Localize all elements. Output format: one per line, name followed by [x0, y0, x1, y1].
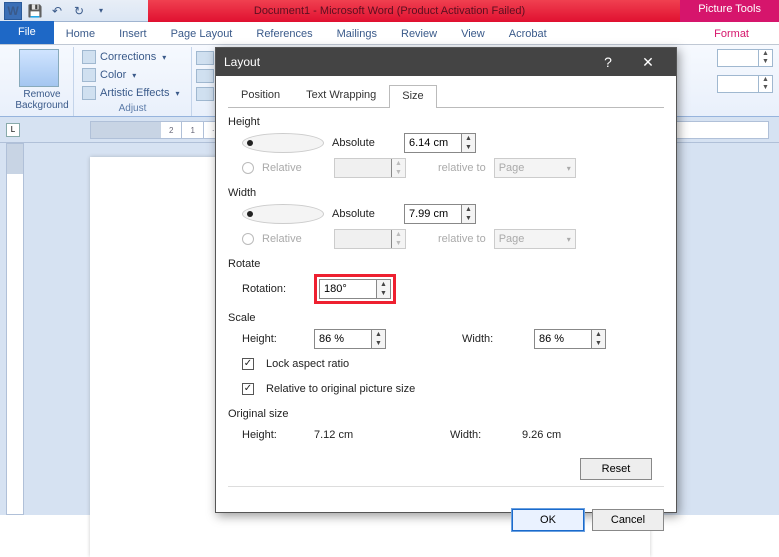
scale-section: Scale Height: ▲▼ Width: ▲▼ ✓ Lock aspect… — [228, 312, 664, 400]
height-relative-radio — [242, 162, 254, 174]
qat-dropdown-icon[interactable]: ▾ — [92, 2, 110, 20]
original-width-value: 9.26 cm — [522, 429, 561, 441]
width-relative-input: ▲▼ — [334, 229, 406, 249]
size-spinners: ▲▼ ▲▼ — [717, 49, 773, 93]
scale-height-input[interactable]: ▲▼ — [314, 329, 386, 349]
dialog-tabs: Position Text Wrapping Size — [228, 84, 664, 108]
word-icon: W — [4, 2, 22, 20]
dialog-buttons: OK Cancel — [216, 501, 676, 539]
quick-access-toolbar: W 💾 ↶ ↻ ▾ — [0, 2, 110, 20]
rotation-input[interactable]: ▲▼ — [319, 279, 391, 299]
width-spinner[interactable]: ▲▼ — [717, 75, 773, 93]
ribbon-tabs: File Home Insert Page Layout References … — [0, 22, 779, 45]
corrections-button[interactable]: Corrections▾ — [80, 49, 185, 65]
tab-position[interactable]: Position — [228, 84, 293, 107]
compress-icon[interactable] — [196, 51, 214, 65]
home-tab[interactable]: Home — [54, 24, 107, 44]
rotation-highlight: ▲▼ — [314, 274, 396, 304]
adjust-group-label: Adjust — [80, 103, 185, 116]
remove-background-button[interactable]: RemoveBackground — [4, 47, 74, 116]
dialog-body: Position Text Wrapping Size Height Absol… — [216, 76, 676, 501]
tab-text-wrapping[interactable]: Text Wrapping — [293, 84, 389, 107]
save-icon[interactable]: 💾 — [26, 2, 44, 20]
artistic-icon — [82, 86, 96, 100]
tab-size[interactable]: Size — [389, 85, 436, 108]
brightness-icon — [82, 50, 96, 64]
height-relative-to-select: Page▾ — [494, 158, 576, 178]
view-tab[interactable]: View — [449, 24, 497, 44]
color-button[interactable]: Color▾ — [80, 67, 185, 83]
dialog-title-bar[interactable]: Layout ? ✕ — [216, 48, 676, 76]
relative-original-checkbox[interactable]: ✓ — [242, 383, 254, 395]
tab-selector-button[interactable]: L — [6, 123, 20, 137]
original-size-section: Original size Height: 7.12 cm Width: 9.2… — [228, 408, 664, 446]
references-tab[interactable]: References — [244, 24, 324, 44]
reset-button[interactable]: Reset — [580, 458, 652, 480]
height-absolute-input[interactable]: ▲▼ — [404, 133, 476, 153]
file-tab[interactable]: File — [0, 21, 54, 44]
color-icon — [82, 68, 96, 82]
undo-icon[interactable]: ↶ — [48, 2, 66, 20]
height-spinner[interactable]: ▲▼ — [717, 49, 773, 67]
remove-background-icon — [19, 49, 59, 87]
dialog-title: Layout — [224, 55, 260, 69]
review-tab[interactable]: Review — [389, 24, 449, 44]
insert-tab[interactable]: Insert — [107, 24, 159, 44]
picture-tools-tab-header: Picture Tools — [680, 0, 779, 22]
cancel-button[interactable]: Cancel — [592, 509, 664, 531]
mailings-tab[interactable]: Mailings — [325, 24, 389, 44]
close-button[interactable]: ✕ — [628, 48, 668, 76]
height-section: Height Absolute ▲▼ Relative ▲▼ relative … — [228, 116, 664, 179]
width-relative-radio — [242, 233, 254, 245]
help-button[interactable]: ? — [588, 48, 628, 76]
width-relative-to-select: Page▾ — [494, 229, 576, 249]
reset-picture-icon[interactable] — [196, 87, 214, 101]
rotate-section: Rotate Rotation: ▲▼ — [228, 258, 664, 304]
height-relative-input: ▲▼ — [334, 158, 406, 178]
width-absolute-input[interactable]: ▲▼ — [404, 204, 476, 224]
page-layout-tab[interactable]: Page Layout — [159, 24, 245, 44]
artistic-effects-button[interactable]: Artistic Effects▾ — [80, 85, 185, 101]
height-absolute-radio[interactable] — [242, 133, 324, 153]
title-bar: W 💾 ↶ ↻ ▾ Document1 - Microsoft Word (Pr… — [0, 0, 779, 22]
vertical-ruler[interactable] — [6, 143, 24, 515]
original-height-value: 7.12 cm — [314, 429, 386, 441]
scale-width-input[interactable]: ▲▼ — [534, 329, 606, 349]
redo-icon[interactable]: ↻ — [70, 2, 88, 20]
width-absolute-radio[interactable] — [242, 204, 324, 224]
change-picture-icon[interactable] — [196, 69, 214, 83]
layout-dialog: Layout ? ✕ Position Text Wrapping Size H… — [215, 47, 677, 513]
ok-button[interactable]: OK — [512, 509, 584, 531]
acrobat-tab[interactable]: Acrobat — [497, 24, 559, 44]
lock-aspect-checkbox[interactable]: ✓ — [242, 358, 254, 370]
format-tab[interactable]: Format — [702, 24, 761, 44]
width-section: Width Absolute ▲▼ Relative ▲▼ relative t… — [228, 187, 664, 250]
adjust-group: Corrections▾ Color▾ Artistic Effects▾ Ad… — [74, 47, 192, 116]
